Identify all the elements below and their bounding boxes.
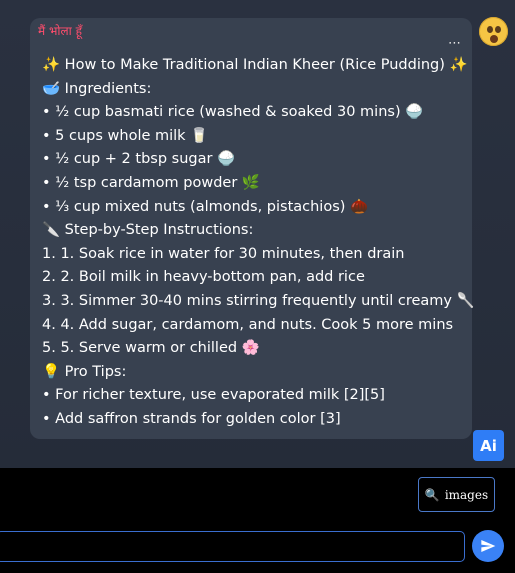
message-line: 🥣 Ingredients:	[42, 80, 152, 97]
chat-area: मैं भोला हूँ ⋯ ✨ How to Make Traditional…	[0, 0, 515, 468]
message-line: 2. 2. Boil milk in heavy-bottom pan, add…	[42, 269, 365, 286]
message-line: • ½ cup basmati rice (washed & soaked 30…	[42, 104, 424, 121]
message-line: • 5 cups whole milk 🥛	[42, 127, 209, 144]
sender-name: मैं भोला हूँ	[38, 24, 82, 38]
message-line: • ½ cup + 2 tbsp sugar 🍚	[42, 151, 236, 168]
astonished-face-icon[interactable]	[479, 17, 508, 46]
eye-icon	[495, 26, 501, 33]
images-button[interactable]: 🔍 images	[418, 477, 495, 512]
more-options-icon[interactable]: ⋯	[448, 37, 462, 50]
message-line: 1. 1. Soak rice in water for 30 minutes,…	[42, 245, 405, 262]
eye-icon	[487, 26, 493, 33]
message-line: 💡 Pro Tips:	[42, 363, 127, 380]
message-line: • ½ tsp cardamom powder 🌿	[42, 174, 260, 191]
message-line: • For richer texture, use evaporated mil…	[42, 387, 385, 404]
images-button-label: images	[444, 487, 489, 502]
message-line: 5. 5. Serve warm or chilled 🌸	[42, 340, 260, 357]
composer-area: 🔍 images	[0, 468, 515, 573]
message-line: 4. 4. Add sugar, cardamom, and nuts. Coo…	[42, 316, 454, 333]
message-line: • ⅓ cup mixed nuts (almonds, pistachios)…	[42, 198, 369, 215]
message-input[interactable]	[0, 531, 465, 562]
send-icon	[481, 540, 496, 552]
message-line: • Add saffron strands for golden color […	[42, 410, 341, 427]
message-line: 🔪 Step-by-Step Instructions:	[42, 222, 254, 239]
ai-button[interactable]: Ai	[473, 430, 504, 461]
message-bubble: मैं भोला हूँ ⋯ ✨ How to Make Traditional…	[30, 18, 475, 439]
mouth-icon	[490, 35, 498, 43]
send-button[interactable]	[472, 530, 504, 562]
search-icon: 🔍	[424, 487, 440, 502]
message-line: 3. 3. Simmer 30-40 mins stirring frequen…	[42, 292, 475, 309]
message-line: ✨ How to Make Traditional Indian Kheer (…	[42, 57, 468, 73]
